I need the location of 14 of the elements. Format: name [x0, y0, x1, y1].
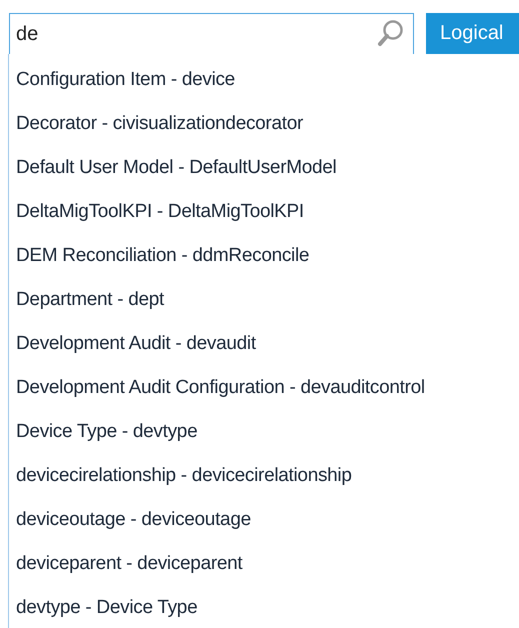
suggestion-item[interactable]: Development Audit - devaudit [9, 322, 519, 366]
suggestion-item[interactable]: Department - dept [9, 278, 519, 322]
suggestion-item[interactable]: Decorator - civisualizationdecorator [9, 102, 519, 146]
suggestion-item[interactable]: DeltaMigToolKPI - DeltaMigToolKPI [9, 190, 519, 234]
suggestion-item[interactable]: Development Audit Configuration - devauditcontrol [9, 366, 519, 410]
search-field[interactable]: de [9, 13, 414, 54]
suggestion-item[interactable]: deviceoutage - deviceoutage [9, 498, 519, 542]
suggestion-item[interactable]: Device Type - devtype [9, 410, 519, 454]
suggestion-item[interactable]: DEM Reconciliation - ddmReconcile [9, 234, 519, 278]
suggestion-item[interactable]: devicecirelationship - devicecirelationship [9, 454, 519, 498]
suggestion-item[interactable]: devtype - Device Type [9, 586, 519, 628]
suggestion-item[interactable]: deviceparent - deviceparent [9, 542, 519, 586]
suggestion-item[interactable]: Default User Model - DefaultUserModel [9, 146, 519, 190]
suggestion-item[interactable]: Configuration Item - device [9, 58, 519, 102]
